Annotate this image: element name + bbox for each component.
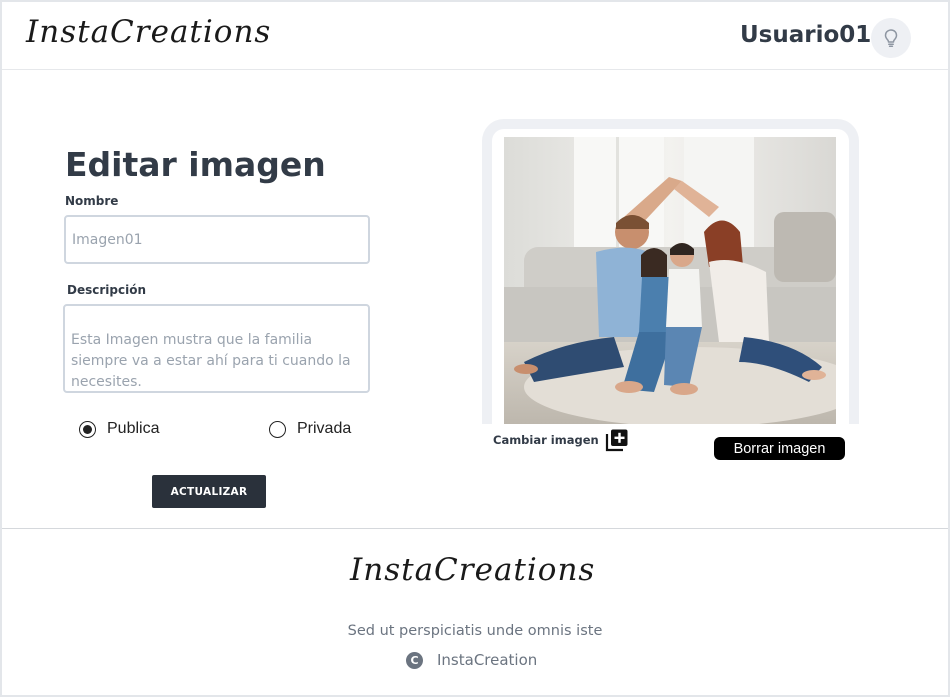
lightbulb-icon [884, 29, 898, 48]
header-logo[interactable]: InstaCreations [26, 14, 271, 50]
description-textarea[interactable]: Esta Imagen mustra que la familia siempr… [63, 304, 370, 393]
username[interactable]: Usuario01 [740, 22, 871, 48]
name-label: Nombre [65, 194, 119, 208]
copyright-icon: C [406, 651, 423, 669]
delete-image-button[interactable]: Borrar imagen [714, 437, 845, 460]
description-label: Descripción [67, 283, 146, 297]
name-input[interactable] [64, 215, 370, 264]
image-preview [504, 137, 836, 424]
radio-privada-label: Privada [297, 420, 352, 437]
radio-publica-label: Publica [107, 420, 160, 437]
page-title: Editar imagen [65, 145, 326, 184]
change-image-label[interactable]: Cambiar imagen [493, 433, 599, 447]
footer-tagline: Sed ut perspiciatis unde omnis iste [347, 623, 603, 639]
update-button[interactable]: ACTUALIZAR [152, 475, 266, 508]
footer-divider [2, 528, 948, 529]
radio-privada-control[interactable] [269, 420, 286, 438]
radio-privada[interactable]: Privada [269, 420, 351, 438]
radio-publica-control[interactable] [79, 420, 96, 438]
add-image-icon[interactable] [605, 428, 629, 452]
footer-copyright: C InstaCreation [406, 651, 537, 669]
family-photo [504, 137, 836, 424]
radio-selected-dot [83, 424, 92, 434]
copyright-text: InstaCreation [437, 651, 538, 669]
radio-publica[interactable]: Publica [79, 420, 159, 438]
avatar-button[interactable] [871, 18, 911, 58]
add-image-glyph [605, 429, 628, 452]
footer-logo[interactable]: InstaCreations [350, 552, 595, 588]
